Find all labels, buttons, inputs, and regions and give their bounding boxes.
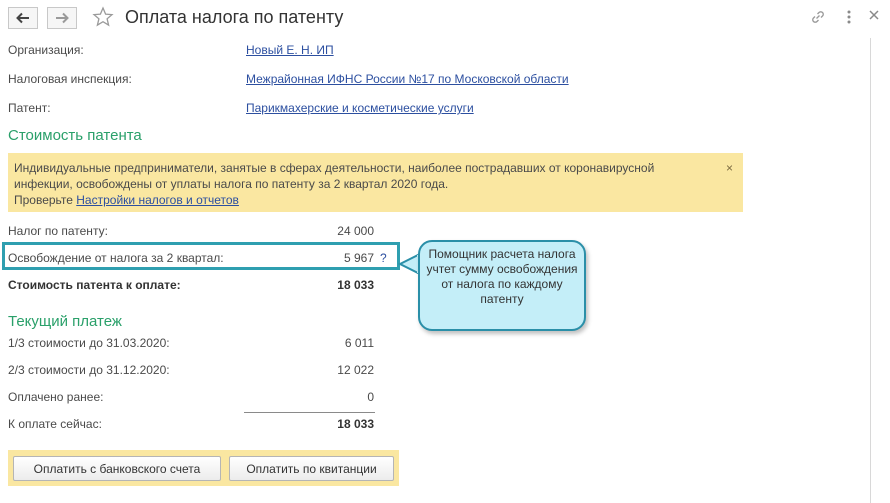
tax-office-label: Налоговая инспекция:: [8, 72, 132, 86]
second-third-label: 2/3 стоимости до 31.12.2020:: [8, 363, 170, 377]
notice-check-text: Проверьте: [14, 193, 73, 207]
back-button[interactable]: [8, 7, 38, 29]
current-payment-heading: Текущий платеж: [8, 313, 122, 330]
sum-divider: [244, 412, 375, 413]
second-third-value: 12 022: [337, 363, 374, 377]
organization-link[interactable]: Новый Е. Н. ИП: [246, 43, 334, 57]
favorite-button[interactable]: [92, 6, 114, 31]
organization-label: Организация:: [8, 43, 84, 57]
patent-cost-heading: Стоимость патента: [8, 127, 142, 144]
due-label: К оплате сейчас:: [8, 417, 102, 431]
exemption-label: Освобождение от налога за 2 квартал:: [8, 251, 224, 265]
notice-line-2: инфекции, освобождены от уплаты налога п…: [14, 177, 449, 191]
notice-close-button[interactable]: ×: [726, 160, 733, 176]
link-button[interactable]: [810, 9, 826, 28]
star-icon: [92, 6, 114, 27]
forward-button[interactable]: [47, 7, 77, 29]
help-link[interactable]: ?: [380, 251, 387, 265]
arrow-right-icon: [56, 12, 69, 24]
total-label: Стоимость патента к оплате:: [8, 278, 181, 292]
patent-label: Патент:: [8, 101, 51, 115]
first-third-value: 6 011: [344, 336, 374, 350]
tax-label: Налог по патенту:: [8, 224, 108, 238]
helper-callout: Помощник расчета налога учтет сумму осво…: [418, 240, 586, 331]
first-third-label: 1/3 стоимости до 31.03.2020:: [8, 336, 170, 350]
more-vertical-icon: [847, 10, 851, 24]
total-value: 18 033: [337, 278, 374, 292]
tax-office-link[interactable]: Межрайонная ИФНС России №17 по Московско…: [246, 72, 569, 86]
tax-settings-link[interactable]: Настройки налогов и отчетов: [76, 193, 239, 207]
close-icon: [869, 10, 879, 20]
pay-from-bank-button[interactable]: Оплатить с банковского счета: [13, 456, 221, 481]
patent-link[interactable]: Парикмахерские и косметические услуги: [246, 101, 474, 115]
close-button[interactable]: [868, 9, 880, 24]
tax-value: 24 000: [337, 224, 374, 238]
notice-line-1: Индивидуальные предприниматели, занятые …: [14, 161, 655, 175]
coronavirus-notice: Индивидуальные предприниматели, занятые …: [8, 153, 743, 212]
page-title: Оплата налога по патенту: [125, 7, 344, 27]
paid-label: Оплачено ранее:: [8, 390, 104, 404]
pay-by-receipt-button[interactable]: Оплатить по квитанции: [229, 456, 394, 481]
right-divider: [870, 38, 871, 503]
arrow-left-icon: [16, 12, 29, 24]
link-icon: [812, 11, 824, 23]
due-value: 18 033: [337, 417, 374, 431]
paid-value: 0: [367, 390, 374, 404]
exemption-value: 5 967: [343, 251, 374, 265]
more-button[interactable]: [846, 9, 852, 28]
